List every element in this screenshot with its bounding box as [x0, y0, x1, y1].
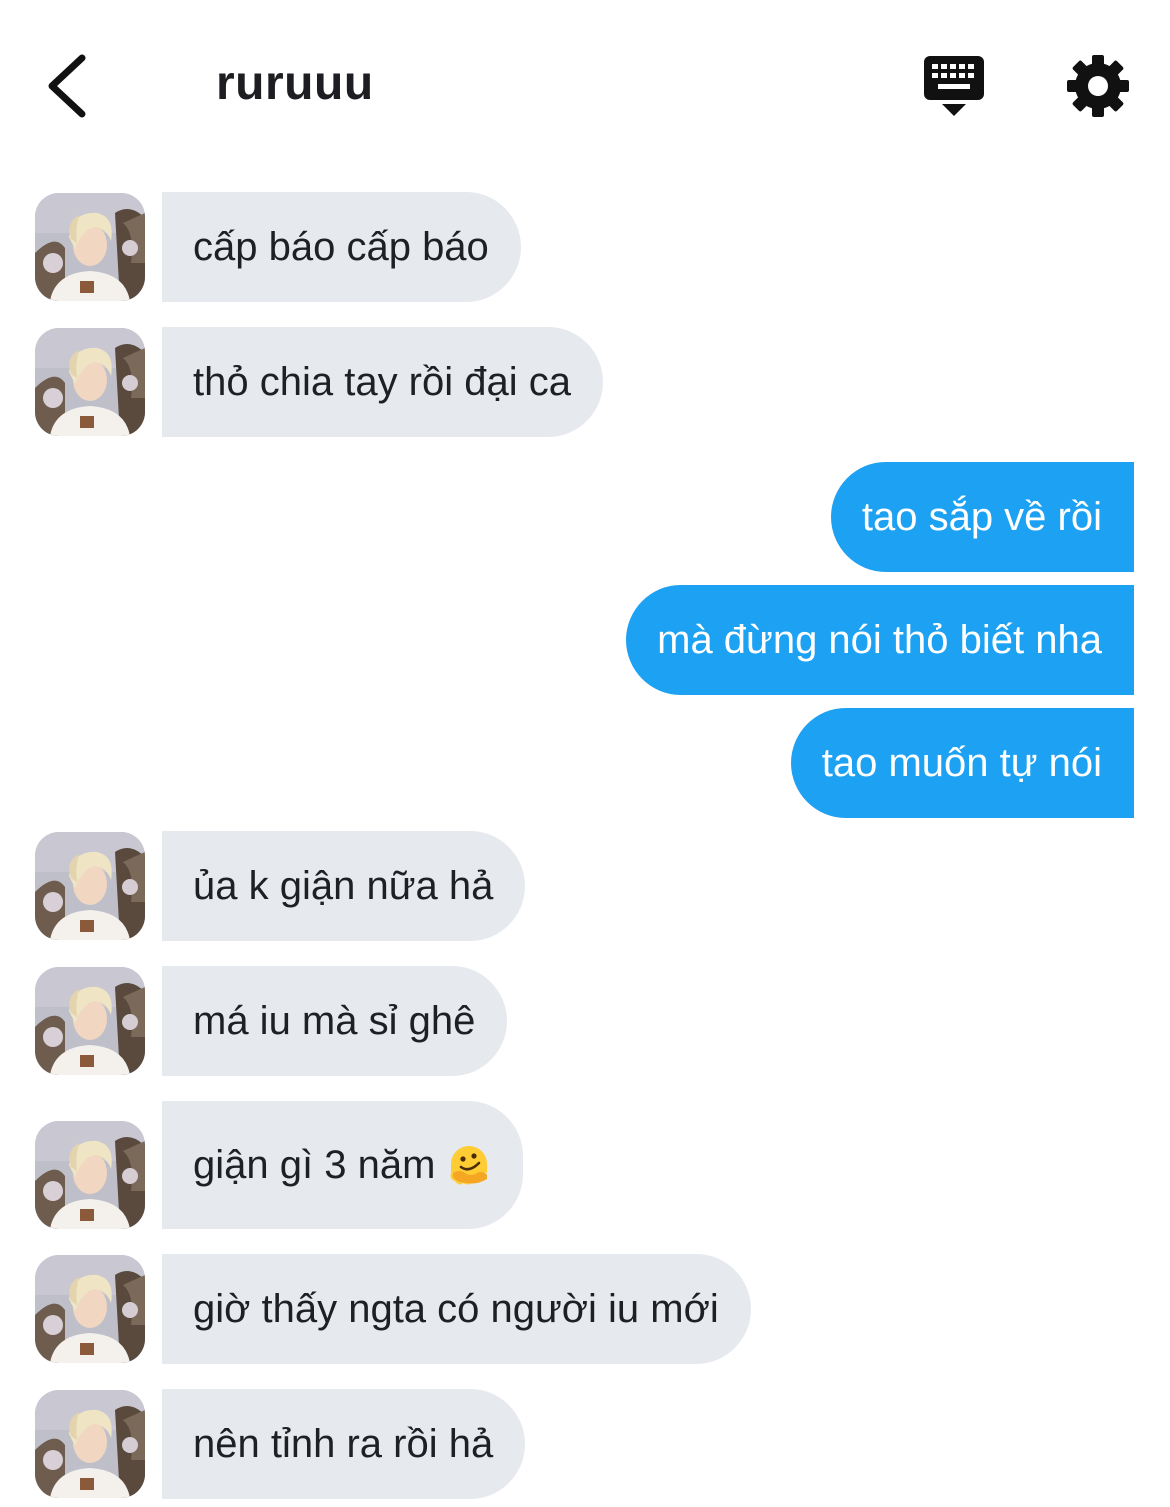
avatar[interactable]: [35, 328, 145, 436]
avatar[interactable]: [35, 967, 145, 1075]
message-bubble-incoming[interactable]: giờ thấy ngta có người iu mới: [162, 1254, 751, 1364]
keyboard-icon: [924, 56, 984, 116]
message-bubble-outgoing[interactable]: tao muốn tự nói: [790, 708, 1134, 818]
chat-title: ruruuu: [216, 57, 374, 110]
avatar[interactable]: [35, 1255, 145, 1363]
message-bubble-incoming[interactable]: má iu mà sỉ ghê: [162, 966, 508, 1076]
message-row: má iu mà sỉ ghê: [0, 966, 1170, 1076]
message-text: thỏ chia tay rồi đại ca: [193, 359, 571, 404]
gear-icon: [1067, 55, 1129, 117]
message-text: mà đừng nói thỏ biết nha: [657, 617, 1102, 662]
message-bubble-incoming[interactable]: nên tỉnh ra rồi hả: [162, 1389, 526, 1499]
message-bubble-incoming[interactable]: thỏ chia tay rồi đại ca: [162, 327, 603, 437]
message-text: má iu mà sỉ ghê: [193, 998, 476, 1043]
message-text: giờ thấy ngta có người iu mới: [193, 1286, 719, 1331]
message-row: thỏ chia tay rồi đại ca: [0, 327, 1170, 437]
message-row: cấp báo cấp báo: [0, 192, 1170, 302]
chat-header: ruruuu: [0, 0, 1170, 160]
message-bubble-incoming[interactable]: ủa k giận nữa hả: [162, 831, 526, 941]
message-row: nên tỉnh ra rồi hả: [0, 1389, 1170, 1499]
message-row: giận gì 3 năm: [0, 1101, 1170, 1229]
avatar[interactable]: [35, 832, 145, 940]
message-text: ủa k giận nữa hả: [193, 863, 494, 908]
message-text: giận gì 3 năm: [193, 1142, 436, 1187]
message-text: tao sắp về rồi: [861, 494, 1102, 539]
avatar[interactable]: [35, 1121, 145, 1229]
message-row: tao sắp về rồi: [0, 462, 1170, 572]
settings-button[interactable]: [1064, 52, 1132, 120]
message-row: giờ thấy ngta có người iu mới: [0, 1254, 1170, 1364]
message-bubble-incoming[interactable]: cấp báo cấp báo: [162, 192, 521, 302]
message-row: mà đừng nói thỏ biết nha: [0, 585, 1170, 695]
message-text: tao muốn tự nói: [821, 740, 1102, 785]
message-row: ủa k giận nữa hả: [0, 831, 1170, 941]
message-bubble-incoming[interactable]: giận gì 3 năm: [162, 1101, 524, 1229]
message-bubble-outgoing[interactable]: tao sắp về rồi: [830, 462, 1134, 572]
message-bubble-outgoing[interactable]: mà đừng nói thỏ biết nha: [626, 585, 1134, 695]
message-row: tao muốn tự nói: [0, 708, 1170, 818]
avatar[interactable]: [35, 193, 145, 301]
avatar[interactable]: [35, 1390, 145, 1498]
chevron-left-icon: [48, 54, 86, 118]
message-text: cấp báo cấp báo: [193, 224, 489, 269]
message-text: nên tỉnh ra rồi hả: [193, 1421, 494, 1466]
melting-face-emoji-icon: [450, 1145, 488, 1185]
back-button[interactable]: [40, 50, 100, 120]
keyboard-toggle-button[interactable]: [920, 52, 988, 118]
